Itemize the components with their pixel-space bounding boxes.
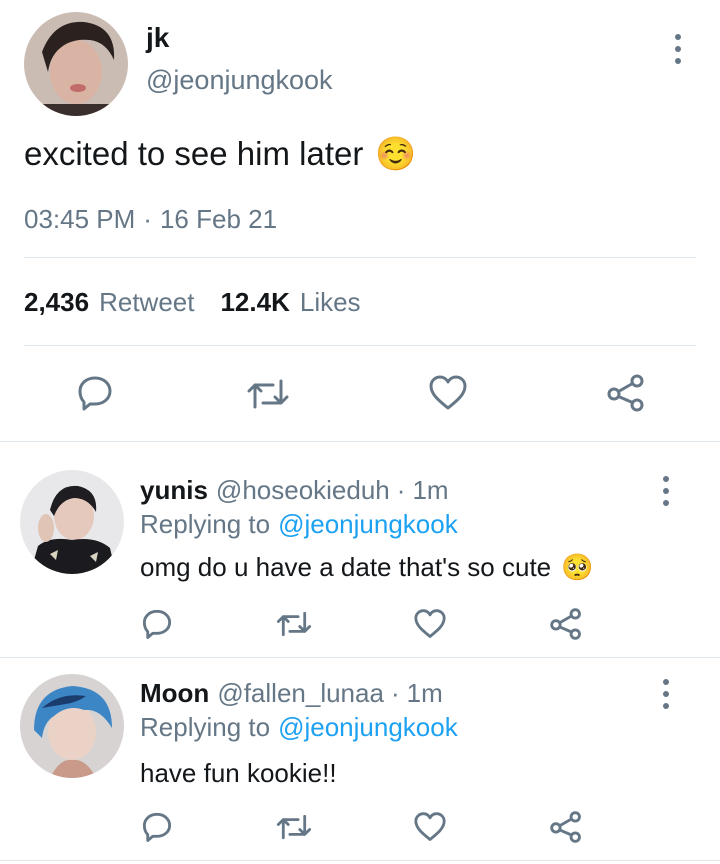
reply-time: 1m [412,475,449,505]
more-vertical-icon[interactable] [674,34,682,64]
tweet-stats: 2,436 Retweet 12.4K Likes [24,287,361,317]
reply-icon[interactable] [141,811,173,843]
like-count[interactable]: 12.4K [220,287,289,317]
handle[interactable]: @hoseokieduh [216,474,390,506]
reply-header: Moon @fallen_lunaa · 1m [140,677,443,709]
avatar[interactable] [20,674,124,778]
retweet-icon[interactable] [275,813,313,841]
display-name[interactable]: Moon [140,677,209,709]
avatar[interactable] [20,470,124,574]
retweet-icon[interactable] [275,610,313,638]
more-vertical-icon[interactable] [662,679,670,709]
separator-dot: · [396,475,406,505]
display-name[interactable]: jk [146,22,169,54]
share-icon[interactable] [606,374,646,412]
tweet-time: 03:45 PM [24,204,136,234]
tweet-date: 16 Feb 21 [159,204,278,234]
display-name[interactable]: yunis [140,474,208,506]
separator-dot: · [390,678,400,708]
replying-to: Replying to @jeonjungkook [140,711,458,743]
like-label[interactable]: Likes [300,287,361,317]
reply-body: have fun kookie!! [140,758,337,788]
handle[interactable]: @fallen_lunaa [217,677,384,709]
tweet-timestamp: 03:45 PM · 16 Feb 21 [24,204,277,234]
divider [0,441,720,442]
heart-icon[interactable] [413,812,447,842]
reply-header: yunis @hoseokieduh · 1m [140,474,449,506]
reply-icon[interactable] [76,374,114,412]
pleading-face-emoji: 🥺 [561,552,594,582]
replying-label: Replying to [140,509,271,539]
replying-handle-link[interactable]: @jeonjungkook [278,711,458,743]
share-icon[interactable] [549,608,583,640]
reply-text: omg do u have a date that's so cute 🥺 [140,551,594,583]
retweet-count[interactable]: 2,436 [24,287,89,317]
reply-body: omg do u have a date that's so cute [140,552,552,582]
reply-time: 1m [406,678,443,708]
smiling-face-emoji: ☺️ [375,135,417,172]
replying-to: Replying to @jeonjungkook [140,508,458,540]
reply-icon[interactable] [141,608,173,640]
retweet-label[interactable]: Retweet [99,287,194,317]
reply-text: have fun kookie!! [140,757,337,789]
retweet-icon[interactable] [245,377,291,411]
divider [0,860,720,861]
divider [0,657,720,658]
handle[interactable]: @jeonjungkook [146,64,333,96]
tweet-body: excited to see him later [24,135,364,172]
avatar[interactable] [24,12,128,116]
divider [24,257,696,258]
share-icon[interactable] [549,811,583,843]
tweet-text: excited to see him later ☺️ [24,134,416,174]
divider [24,345,696,346]
replying-handle-link[interactable]: @jeonjungkook [278,508,458,540]
more-vertical-icon[interactable] [662,476,670,506]
separator-dot: · [143,204,152,234]
heart-icon[interactable] [413,609,447,639]
heart-icon[interactable] [428,375,468,411]
replying-label: Replying to [140,712,271,742]
